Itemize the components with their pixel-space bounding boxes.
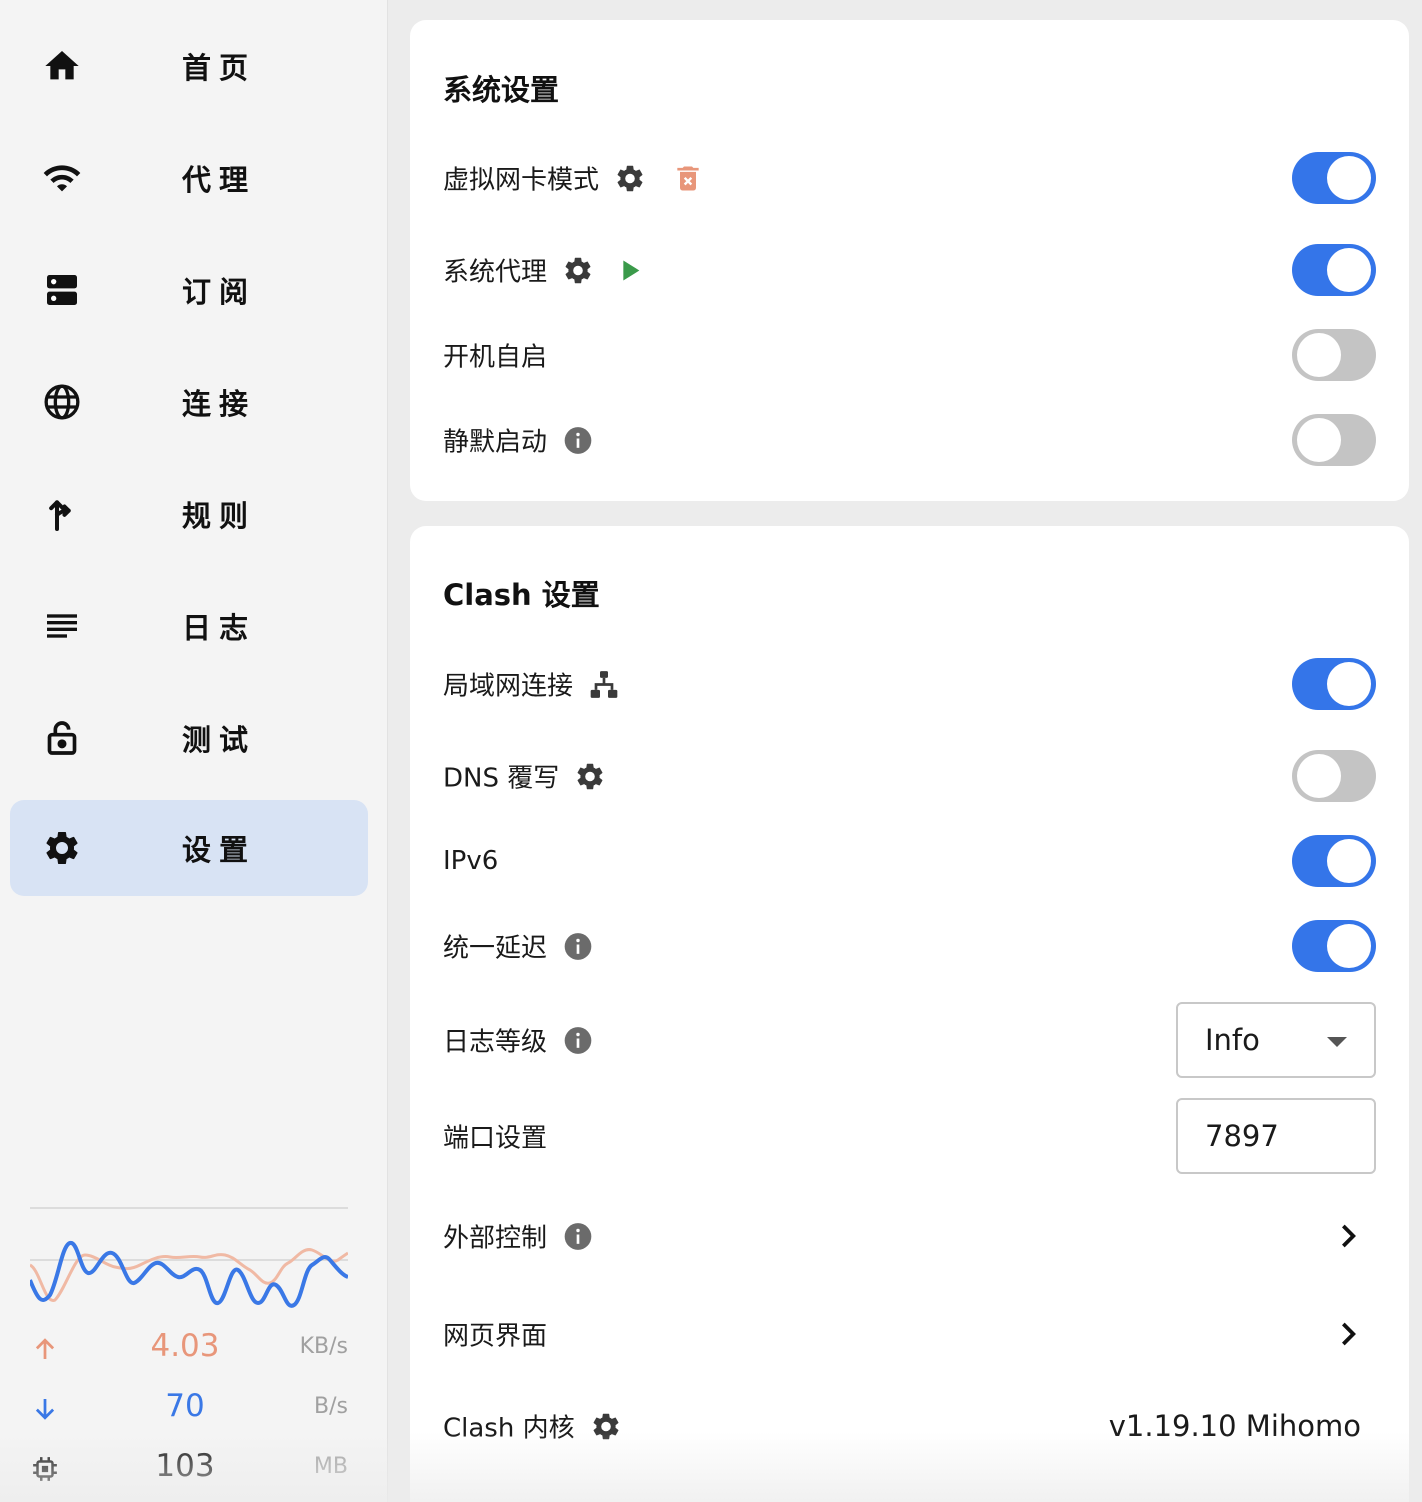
nav-item-home[interactable]: 首页 bbox=[10, 18, 368, 114]
log-level-label: 日志等级 bbox=[443, 1027, 548, 1058]
lan-toggle[interactable] bbox=[1292, 658, 1376, 710]
setting-row-port: 端口设置 bbox=[443, 1098, 1376, 1174]
memory-usage: 103 bbox=[155, 1448, 215, 1484]
setting-row-silent: 静默启动 bbox=[443, 410, 1376, 470]
memory-unit: MB bbox=[313, 1454, 348, 1479]
silent-label: 静默启动 bbox=[443, 427, 548, 458]
webui-label: 网页界面 bbox=[443, 1321, 548, 1352]
setting-row-log-level: 日志等级 Info bbox=[443, 1002, 1376, 1078]
nav-label: 日志 bbox=[182, 611, 257, 645]
port-label: 端口设置 bbox=[443, 1123, 548, 1154]
nav-item-connections[interactable]: 连接 bbox=[10, 354, 368, 450]
system-settings-card: 系统设置 虚拟网卡模式 系统代理 开机自启 静默启动 bbox=[410, 20, 1409, 501]
notes-icon bbox=[40, 604, 84, 648]
wifi-icon bbox=[40, 156, 84, 200]
sysproxy-toggle[interactable] bbox=[1292, 244, 1376, 296]
network-icon[interactable] bbox=[587, 667, 621, 701]
nav-label: 连接 bbox=[182, 387, 257, 421]
setting-row-core: Clash 内核 v1.19.10 Mihomo bbox=[443, 1396, 1376, 1456]
delete-icon[interactable] bbox=[671, 161, 705, 195]
nav-label: 代理 bbox=[182, 163, 257, 197]
setting-row-unified-delay: 统一延迟 bbox=[443, 916, 1376, 976]
settings-icon bbox=[40, 826, 84, 870]
nav-item-proxies[interactable]: 代理 bbox=[10, 130, 368, 226]
external-label: 外部控制 bbox=[443, 1223, 548, 1254]
download-speed: 70 bbox=[165, 1388, 205, 1424]
setting-row-ipv6: IPv6 bbox=[443, 831, 1376, 891]
memory-icon bbox=[33, 1457, 57, 1481]
setting-row-dns: DNS 覆写 bbox=[443, 746, 1376, 806]
setting-row-sysproxy: 系统代理 bbox=[443, 240, 1376, 300]
nav-label: 规则 bbox=[182, 499, 257, 533]
gear-icon[interactable] bbox=[613, 161, 647, 195]
traffic-divider bbox=[30, 1207, 348, 1209]
arrow-up-icon bbox=[35, 1338, 55, 1359]
globe-icon bbox=[40, 380, 84, 424]
clash-settings-card: Clash 设置 局域网连接 DNS 覆写 IPv6 统一延迟 日志等级 Inf… bbox=[410, 526, 1409, 1502]
chevron-right-icon bbox=[1342, 1322, 1356, 1346]
setting-row-autostart: 开机自启 bbox=[443, 325, 1376, 385]
info-icon[interactable] bbox=[561, 1219, 595, 1253]
log-level-select[interactable]: Info bbox=[1176, 1002, 1376, 1078]
unified-delay-toggle[interactable] bbox=[1292, 920, 1376, 972]
nav-item-logs[interactable]: 日志 bbox=[10, 578, 368, 674]
upload-unit: KB/s bbox=[299, 1334, 348, 1359]
lock-open-icon bbox=[40, 716, 84, 760]
ipv6-label: IPv6 bbox=[443, 846, 499, 876]
download-unit: B/s bbox=[314, 1394, 348, 1419]
core-label: Clash 内核 bbox=[443, 1413, 575, 1444]
nav-item-rules[interactable]: 规则 bbox=[10, 466, 368, 562]
nav-item-profiles[interactable]: 订阅 bbox=[10, 242, 368, 338]
log-level-value: Info bbox=[1205, 1023, 1260, 1057]
tun-toggle[interactable] bbox=[1292, 152, 1376, 204]
port-input[interactable] bbox=[1176, 1098, 1376, 1174]
clash-settings-title: Clash 设置 bbox=[443, 578, 600, 612]
unified-delay-label: 统一延迟 bbox=[443, 933, 548, 964]
dns-icon bbox=[40, 268, 84, 312]
lan-label: 局域网连接 bbox=[443, 671, 574, 702]
setting-row-lan: 局域网连接 bbox=[443, 654, 1376, 714]
gear-icon[interactable] bbox=[561, 253, 595, 287]
autostart-label: 开机自启 bbox=[443, 342, 548, 373]
traffic-graph bbox=[30, 1241, 348, 1308]
nav-item-test[interactable]: 测试 bbox=[10, 690, 368, 786]
nav-label: 设置 bbox=[182, 833, 257, 867]
download-stat: 70 B/s bbox=[30, 1388, 348, 1428]
autostart-toggle[interactable] bbox=[1292, 329, 1376, 381]
arrow-down-icon bbox=[35, 1399, 55, 1420]
home-icon bbox=[40, 44, 84, 88]
memory-stat: 103 MB bbox=[30, 1448, 348, 1488]
dns-label: DNS 覆写 bbox=[443, 763, 560, 794]
nav-label: 测试 bbox=[182, 723, 257, 757]
info-icon[interactable] bbox=[561, 929, 595, 963]
fork-right-icon bbox=[40, 492, 84, 536]
gear-icon[interactable] bbox=[589, 1409, 623, 1443]
system-settings-title: 系统设置 bbox=[443, 73, 560, 107]
setting-row-tun: 虚拟网卡模式 bbox=[443, 148, 1376, 208]
dns-toggle[interactable] bbox=[1292, 750, 1376, 802]
nav-label: 首页 bbox=[182, 51, 257, 85]
setting-row-webui[interactable]: 网页界面 bbox=[443, 1304, 1376, 1364]
sysproxy-label: 系统代理 bbox=[443, 257, 548, 288]
upload-speed: 4.03 bbox=[150, 1328, 220, 1364]
nav-label: 订阅 bbox=[182, 275, 257, 309]
upload-stat: 4.03 KB/s bbox=[30, 1328, 348, 1368]
tun-label: 虚拟网卡模式 bbox=[443, 165, 600, 196]
silent-toggle[interactable] bbox=[1292, 414, 1376, 466]
ipv6-toggle[interactable] bbox=[1292, 835, 1376, 887]
chevron-right-icon bbox=[1342, 1224, 1356, 1248]
info-icon[interactable] bbox=[561, 423, 595, 457]
gear-icon[interactable] bbox=[573, 759, 607, 793]
caret-down-icon bbox=[1327, 1037, 1347, 1047]
sidebar: 首页 代理 订阅 连接 规则 日志 测试 设置 4.03 KB/s 70 B/s… bbox=[0, 0, 388, 1502]
core-version: v1.19.10 Mihomo bbox=[1108, 1409, 1361, 1443]
setting-row-external[interactable]: 外部控制 bbox=[443, 1206, 1376, 1266]
info-icon[interactable] bbox=[561, 1023, 595, 1057]
nav-item-settings[interactable]: 设置 bbox=[10, 800, 368, 896]
play-icon[interactable] bbox=[613, 253, 647, 287]
